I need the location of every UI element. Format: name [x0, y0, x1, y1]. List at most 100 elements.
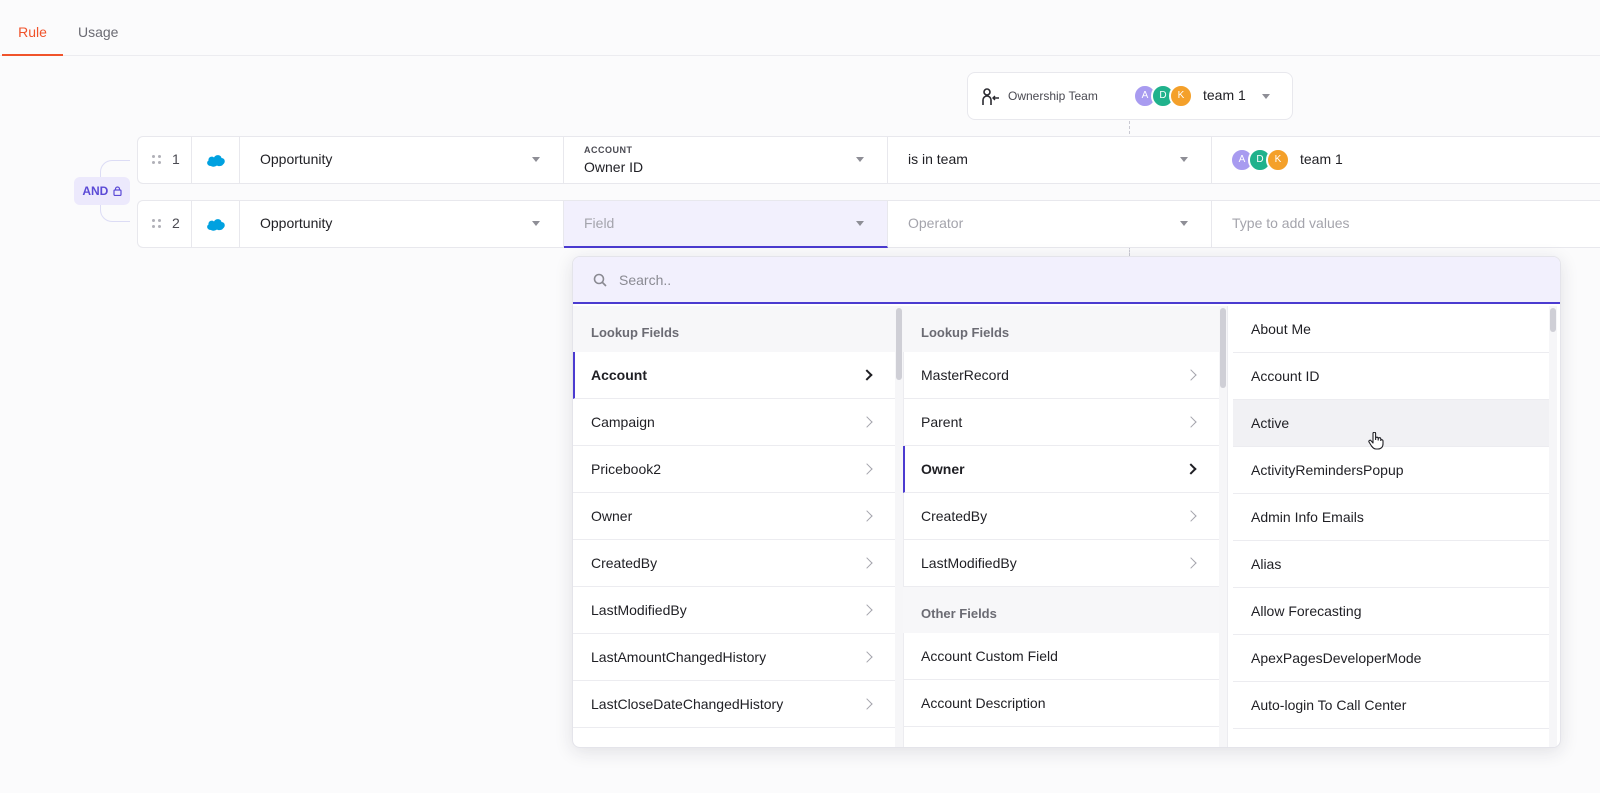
scrollbar[interactable]	[1219, 306, 1227, 747]
item-label: LastModifiedBy	[921, 555, 1017, 571]
list-item[interactable]: CreatedBy	[903, 493, 1219, 540]
scrollbar-thumb[interactable]	[1550, 308, 1556, 332]
list-item[interactable]: Account Custom Field	[903, 633, 1219, 680]
field-select[interactable]: Field	[564, 201, 888, 248]
item-label: Owner	[591, 508, 633, 524]
item-label: Account Custom Field	[921, 648, 1058, 664]
item-label: Active	[1251, 415, 1290, 431]
item-label: Allow Forecasting	[1251, 603, 1362, 619]
value-input[interactable]: A D K team 1	[1212, 137, 1600, 183]
chevron-right-icon	[861, 557, 873, 569]
avatar: K	[1169, 84, 1193, 108]
operator-select[interactable]: Operator	[888, 201, 1212, 247]
item-label: Owner	[921, 461, 965, 477]
list-item[interactable]: CreatedBy	[573, 540, 895, 587]
list-item[interactable]: Account	[573, 352, 895, 399]
list-item[interactable]: Pricebook2	[573, 446, 895, 493]
drag-handle-icon[interactable]	[152, 219, 164, 231]
list-item[interactable]: Parent	[903, 399, 1219, 446]
chevron-right-icon	[861, 416, 873, 428]
row-number: 1	[172, 151, 180, 167]
list-item[interactable]: Owner	[573, 493, 895, 540]
chevron-down-icon	[532, 157, 540, 162]
tab-usage[interactable]: Usage	[78, 0, 118, 56]
chevron-down-icon	[856, 221, 864, 226]
item-label: Parent	[921, 414, 963, 430]
list-item[interactable]: Owner	[903, 446, 1219, 493]
avatar: K	[1266, 148, 1290, 172]
list-item[interactable]: Account ID	[1233, 353, 1549, 400]
chevron-right-icon	[861, 369, 873, 381]
list-item[interactable]: Alias	[1233, 541, 1549, 588]
rule-row: 1 Opportunity ACCOUNT Owner ID is in tea…	[137, 136, 1600, 184]
lookup-column-1: Lookup Fields Account Campaign Pricebook…	[573, 306, 895, 747]
hand-cursor-icon	[1368, 432, 1384, 450]
scrollbar-thumb[interactable]	[896, 308, 902, 380]
item-label: ActivityRemindersPopup	[1251, 462, 1404, 478]
item-label: LastAmountChangedHistory	[591, 649, 767, 665]
ownership-team-selector[interactable]: Ownership Team A D K team 1	[967, 72, 1293, 120]
chevron-right-icon	[861, 510, 873, 522]
drag-handle-icon[interactable]	[152, 155, 164, 167]
chevron-down-icon	[1180, 157, 1188, 162]
chevron-down-icon[interactable]	[1262, 94, 1270, 99]
list-item[interactable]: LastCloseDateChangedHistory	[573, 681, 895, 728]
operator-placeholder: Operator	[908, 215, 964, 231]
field-select[interactable]: ACCOUNT Owner ID	[564, 137, 888, 183]
chevron-right-icon	[861, 604, 873, 616]
list-item[interactable]: Admin Info Emails	[1233, 494, 1549, 541]
column-divider	[1227, 306, 1228, 747]
scrollbar[interactable]	[895, 306, 903, 747]
item-label: Auto-login To Call Center	[1251, 697, 1407, 713]
person-arrow-icon	[982, 88, 999, 105]
list-item[interactable]: LastModifiedBy	[573, 587, 895, 634]
chevron-down-icon	[532, 221, 540, 226]
item-label: LastCloseDateChangedHistory	[591, 696, 784, 712]
ownership-team-label: Ownership Team	[1008, 89, 1098, 103]
chevron-right-icon	[861, 463, 873, 475]
chevron-right-icon	[1185, 510, 1197, 522]
operator-select[interactable]: is in team	[888, 137, 1212, 183]
item-label: LastModifiedBy	[591, 602, 687, 618]
list-item[interactable]: About Me	[1233, 306, 1549, 353]
chevron-right-icon	[1185, 416, 1197, 428]
object-select[interactable]: Opportunity	[240, 201, 564, 247]
row-handle-cell[interactable]: 1	[138, 137, 192, 183]
search-input[interactable]	[619, 269, 1519, 291]
object-select[interactable]: Opportunity	[240, 137, 564, 183]
list-item[interactable]: MasterRecord	[903, 352, 1219, 399]
value-placeholder: Type to add values	[1232, 215, 1350, 231]
list-item[interactable]: Account Description	[903, 680, 1219, 727]
list-item[interactable]: ActivityRemindersPopup	[1233, 447, 1549, 494]
list-item[interactable]: LastAmountChangedHistory	[573, 634, 895, 681]
item-label: MasterRecord	[921, 367, 1009, 383]
chevron-right-icon	[1185, 557, 1197, 569]
section-header: Lookup Fields	[903, 306, 1219, 352]
source-cell	[192, 137, 240, 183]
and-connector-line	[100, 204, 130, 222]
list-item[interactable]: Allow Forecasting	[1233, 588, 1549, 635]
tab-bar: Rule Usage	[0, 0, 1600, 56]
and-connector-line	[100, 160, 130, 178]
team-avatars: A D K	[1230, 148, 1290, 172]
row-handle-cell[interactable]: 2	[138, 201, 192, 247]
and-badge[interactable]: AND	[74, 177, 130, 205]
object-value: Opportunity	[260, 151, 333, 167]
list-item[interactable]: Active	[1233, 400, 1549, 447]
chevron-right-icon	[861, 698, 873, 710]
and-label: AND	[82, 184, 109, 198]
salesforce-cloud-icon	[207, 219, 225, 231]
chevron-right-icon	[861, 651, 873, 663]
list-item[interactable]: ApexPagesDeveloperMode	[1233, 635, 1549, 682]
scrollbar-thumb[interactable]	[1220, 308, 1226, 388]
scrollbar[interactable]	[1549, 306, 1557, 747]
team-name: team 1	[1203, 87, 1246, 103]
list-item[interactable]: LastModifiedBy	[903, 540, 1219, 587]
list-item[interactable]: Campaign	[573, 399, 895, 446]
source-cell	[192, 201, 240, 247]
list-item[interactable]: Auto-login To Call Center	[1233, 682, 1549, 729]
item-label: Alias	[1251, 556, 1282, 572]
value-input[interactable]: Type to add values	[1212, 201, 1600, 247]
tab-rule[interactable]: Rule	[2, 0, 63, 56]
operator-value: is in team	[908, 151, 968, 167]
